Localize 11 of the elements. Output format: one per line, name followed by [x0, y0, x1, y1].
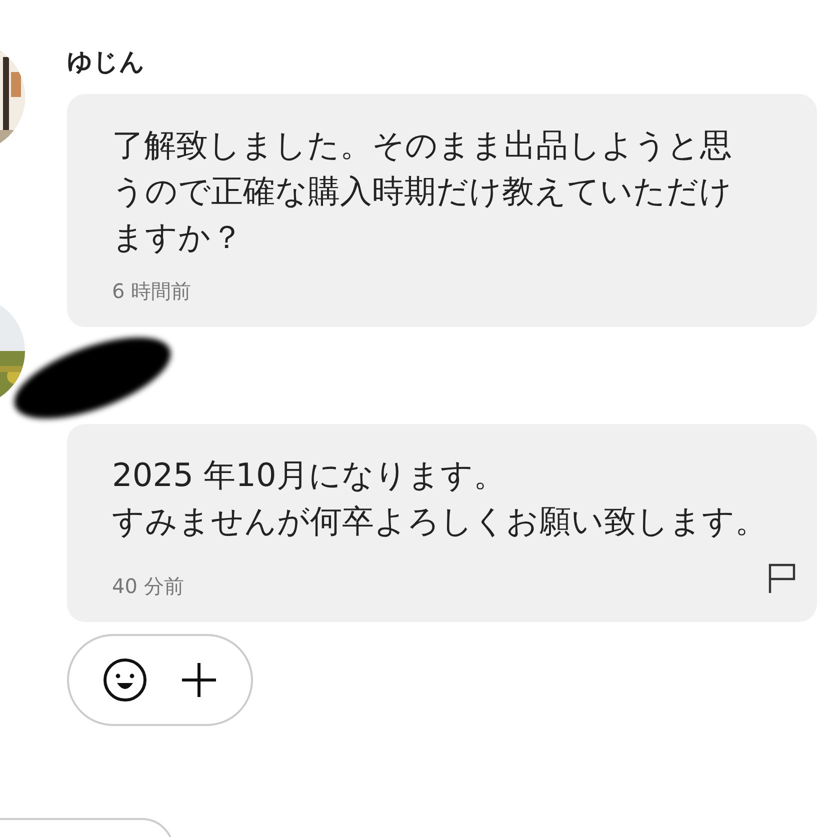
message-text: うので正確な購入時期だけ教えていただけ — [112, 171, 733, 212]
message-text: ますか？ — [112, 217, 244, 258]
timestamp: 40 分前 — [112, 573, 184, 600]
message-text: 2025 年10月になります。 — [112, 455, 506, 496]
plus-icon[interactable] — [180, 661, 218, 699]
flag-icon[interactable] — [767, 562, 797, 594]
timestamp: 6 時間前 — [112, 278, 192, 305]
message-text: 了解致しました。そのまま出品しようと思 — [112, 125, 733, 166]
message-text: すみませんが何卒よろしくお願い致します。 — [112, 501, 768, 542]
sender-name: ゆじん — [67, 46, 146, 78]
smiley-icon[interactable] — [102, 657, 148, 703]
